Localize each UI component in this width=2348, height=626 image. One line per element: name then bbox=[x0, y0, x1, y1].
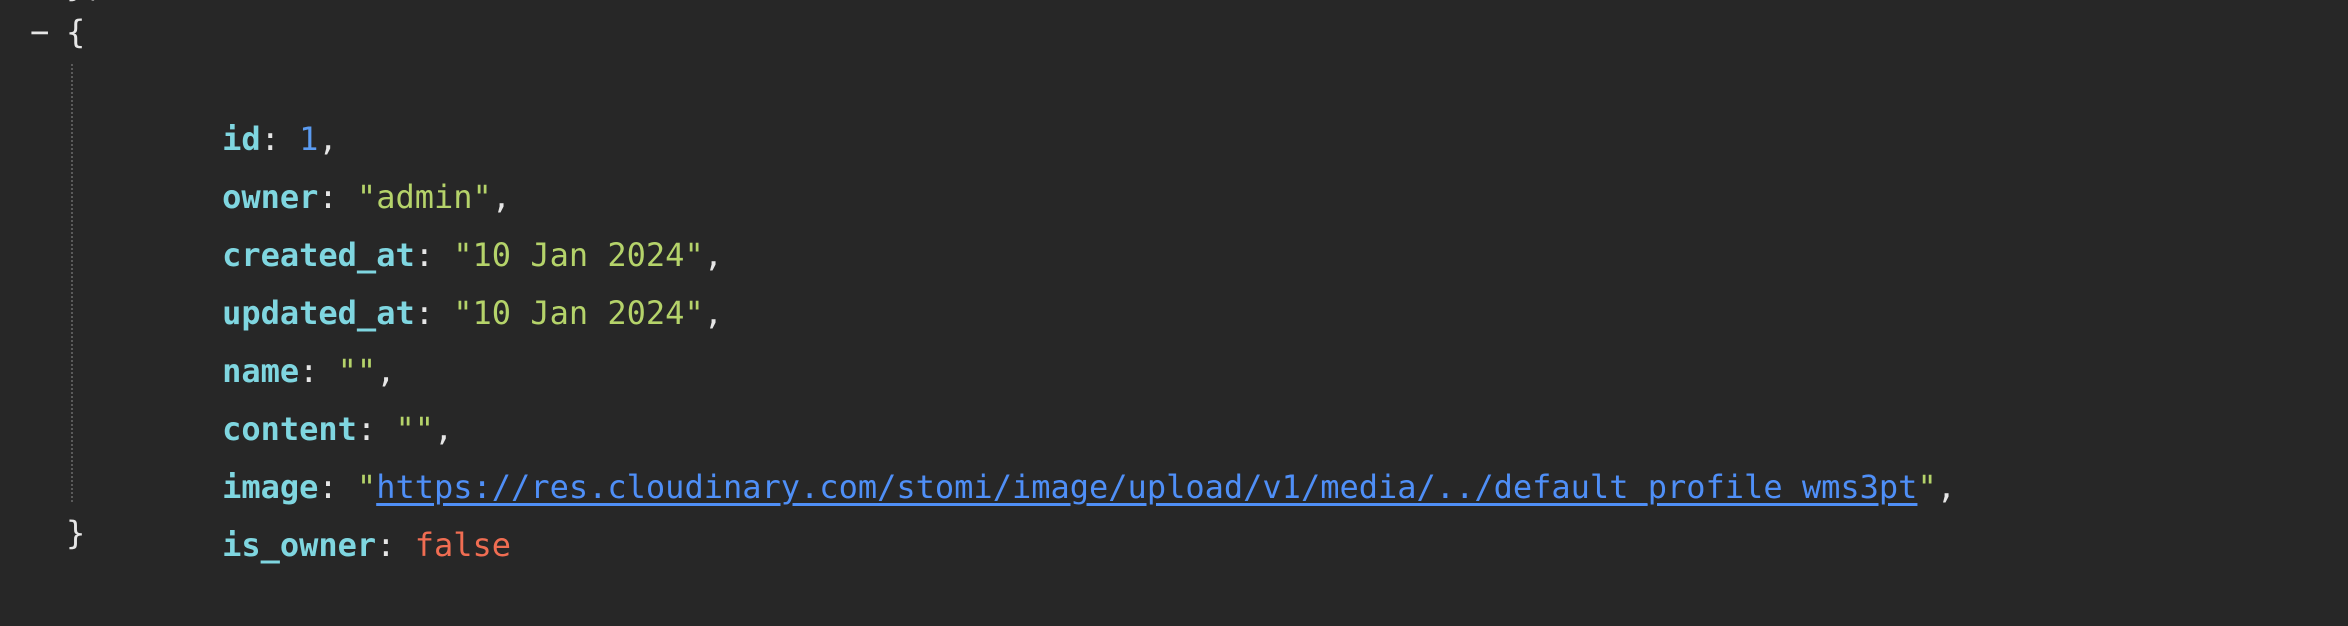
object-open-brace: { bbox=[66, 13, 86, 51]
property-value-string: "10 Jan 2024" bbox=[453, 294, 704, 332]
string-close-quote: " bbox=[1917, 468, 1937, 506]
property-row-updated-at: updated_at: "10 Jan 2024", bbox=[145, 226, 723, 332]
json-viewer: }, − { id: 1, owner: "admin", created_at… bbox=[0, 0, 2348, 626]
property-row-created-at: created_at: "10 Jan 2024", bbox=[145, 168, 723, 274]
property-value-boolean: false bbox=[414, 526, 512, 564]
comma: , bbox=[703, 294, 723, 332]
comma: , bbox=[1936, 468, 1956, 506]
colon: : bbox=[414, 294, 454, 332]
image-url-link[interactable]: https://res.cloudinary.com/stomi/image/u… bbox=[376, 468, 1917, 506]
object-close-brace: } bbox=[66, 514, 86, 552]
property-row-id: id: 1, bbox=[145, 52, 338, 158]
indent-guide bbox=[71, 64, 73, 502]
property-row-name: name: "", bbox=[145, 284, 395, 390]
property-row-owner: owner: "admin", bbox=[145, 110, 511, 216]
property-row-image: image: "https://res.cloudinary.com/stomi… bbox=[145, 400, 1956, 506]
property-key: is_owner bbox=[222, 526, 377, 564]
collapse-toggle-icon[interactable]: − bbox=[30, 3, 52, 61]
colon: : bbox=[376, 526, 415, 564]
property-row-content: content: "", bbox=[145, 342, 453, 448]
property-row-is-owner: is_owner: false bbox=[145, 458, 511, 564]
